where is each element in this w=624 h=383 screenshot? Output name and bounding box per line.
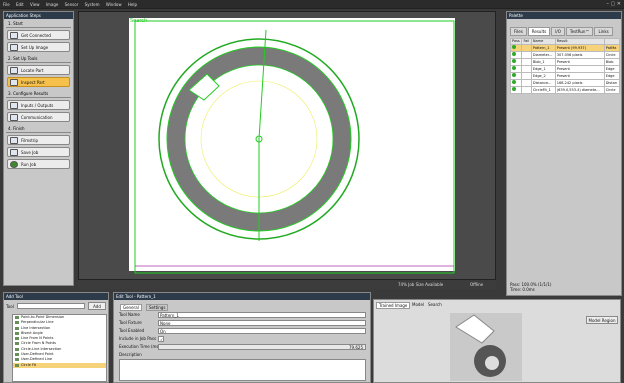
section-configure-results: 3. Configure Results xyxy=(6,89,71,98)
table-row[interactable]: Edge_1 Present Edge xyxy=(509,65,621,73)
search-region-label: Search xyxy=(130,18,148,24)
trained-image-panel: Trained Image Model Search Model Region xyxy=(373,299,621,383)
edit-tool-title: Edit Tool - Pattern_1 xyxy=(114,293,370,300)
tool-fixture-select[interactable]: None xyxy=(158,320,366,326)
inputs-outputs-button[interactable]: Inputs / Outputs xyxy=(7,100,70,110)
locate-part-button[interactable]: Locate Part xyxy=(7,65,70,75)
pass-icon xyxy=(512,73,516,77)
add-button[interactable]: Add xyxy=(88,302,106,310)
model-thumbnail xyxy=(450,313,522,381)
pass-icon xyxy=(512,52,516,56)
tab-model[interactable]: Model xyxy=(410,302,426,307)
execution-time-value: 79.625 xyxy=(158,344,366,350)
table-row[interactable]: Pattern_1 Present (99.937) PatMa xyxy=(509,44,621,52)
tab-io[interactable]: I/O xyxy=(551,27,565,36)
communication-icon xyxy=(10,113,18,121)
viewer-status-bar: 74% Job Size Available Offline xyxy=(78,279,496,289)
model-region-button[interactable]: Model Region xyxy=(586,316,618,324)
results-table: Pass Fail Name Result Pattern_1 Present (… xyxy=(509,38,621,94)
palette-panel: Palette Files Results I/O TestRun™ Links Pas… xyxy=(506,11,622,296)
add-tool-title: Add Tool xyxy=(4,293,108,300)
tab-search[interactable]: Search xyxy=(426,302,444,307)
list-item[interactable]: Circle Fit xyxy=(13,362,106,368)
pass-icon xyxy=(512,87,516,91)
get-connected-button[interactable]: Get Connected xyxy=(7,30,70,40)
tab-settings[interactable]: Settings xyxy=(146,304,169,311)
palette-title: Palette xyxy=(507,12,621,19)
edit-tool-panel: Edit Tool - Pattern_1 General Settings T… xyxy=(113,292,371,383)
inspect-icon xyxy=(10,78,18,86)
menu-image[interactable]: Image xyxy=(46,0,59,9)
table-row[interactable]: CircleFit_1 (639.0,553.4) diamete... Circl… xyxy=(509,86,621,94)
window-controls[interactable]: – ▢ ✕ xyxy=(606,1,621,7)
tool-enabled-label: Tool Enabled xyxy=(119,328,145,333)
tool-fixture-label: Tool Fixture xyxy=(119,320,142,325)
connect-icon xyxy=(10,31,18,39)
application-steps-panel: Application Steps 1. Start Get Connected… xyxy=(3,11,74,286)
pass-icon xyxy=(512,66,516,70)
tab-trained-image[interactable]: Trained Image xyxy=(376,302,411,309)
run-icon xyxy=(10,160,18,168)
tool-name-field[interactable]: Pattern_1 xyxy=(158,312,366,318)
save-job-button[interactable]: Save Job xyxy=(7,147,70,157)
include-pass-label: Include in Job Pass xyxy=(119,336,157,341)
menu-window[interactable]: Window xyxy=(106,0,122,9)
communication-button[interactable]: Communication xyxy=(7,112,70,122)
menu-file[interactable]: File xyxy=(3,0,10,9)
tool-list[interactable]: Point-to-Point Dimension Perpendicular L… xyxy=(12,314,107,382)
description-field[interactable] xyxy=(119,359,366,381)
description-label: Description xyxy=(119,352,142,357)
run-job-button[interactable]: Run Job xyxy=(7,159,70,169)
tab-files[interactable]: Files xyxy=(510,27,527,36)
add-tool-panel: Add Tool Tool Add Point-to-Point Dimensi… xyxy=(3,292,109,383)
table-row[interactable]: Distance... 168.242 pixels Distan xyxy=(509,79,621,87)
image-icon xyxy=(10,43,18,51)
io-icon xyxy=(10,101,18,109)
section-finish: 4. Finish xyxy=(6,124,71,133)
execution-time-label: Execution Time (ms) xyxy=(119,344,161,349)
menu-help[interactable]: Help xyxy=(128,0,137,9)
menu-view[interactable]: View xyxy=(30,0,40,9)
pass-icon xyxy=(512,59,516,63)
locate-icon xyxy=(10,66,18,74)
online-status: Offline xyxy=(470,282,484,287)
run-time: Time: 0.0ms xyxy=(510,287,535,292)
set-up-image-button[interactable]: Set Up Image xyxy=(7,42,70,52)
section-start: 1. Start xyxy=(6,19,71,28)
menu-bar: File Edit View Image Sensor System Windo… xyxy=(0,0,624,9)
image-viewer[interactable]: Search xyxy=(78,11,496,289)
inspect-part-button[interactable]: Inspect Part xyxy=(7,77,70,87)
palette-summary: Pass: 100.0% (1/1/1) Time: 0.0ms xyxy=(510,282,551,292)
tab-testrun[interactable]: TestRun™ xyxy=(565,27,594,36)
table-row[interactable]: Blob_1 Present Blob xyxy=(509,58,621,66)
palette-tabs: Files Results I/O TestRun™ Links xyxy=(510,27,621,36)
menu-system[interactable]: System xyxy=(85,0,100,9)
tool-enabled-select[interactable]: On xyxy=(158,328,366,334)
tool-filter-field[interactable] xyxy=(17,303,85,309)
save-icon xyxy=(10,148,18,156)
section-setup-tools: 2. Set Up Tools xyxy=(6,54,71,63)
menu-edit[interactable]: Edit xyxy=(16,0,24,9)
filmstrip-button[interactable]: Filmstrip xyxy=(7,135,70,145)
inspection-image[interactable] xyxy=(79,12,497,290)
tool-label: Tool xyxy=(6,304,14,309)
tab-general[interactable]: General xyxy=(120,304,142,311)
tab-links[interactable]: Links xyxy=(594,27,613,36)
menu-sensor[interactable]: Sensor xyxy=(65,0,79,9)
job-size-status: 74% Job Size Available xyxy=(398,282,444,287)
tool-name-label: Tool Name xyxy=(119,312,140,317)
table-row[interactable]: Diameter... 307.056 pixels Circle xyxy=(509,51,621,59)
tab-results[interactable]: Results xyxy=(527,27,551,36)
pass-icon xyxy=(512,80,516,84)
panel-title: Application Steps xyxy=(4,12,73,19)
include-pass-checkbox[interactable]: ✓ xyxy=(158,336,164,342)
table-row[interactable]: Edge_2 Present Edge xyxy=(509,72,621,80)
pass-icon xyxy=(512,45,516,49)
filmstrip-icon xyxy=(10,136,18,144)
